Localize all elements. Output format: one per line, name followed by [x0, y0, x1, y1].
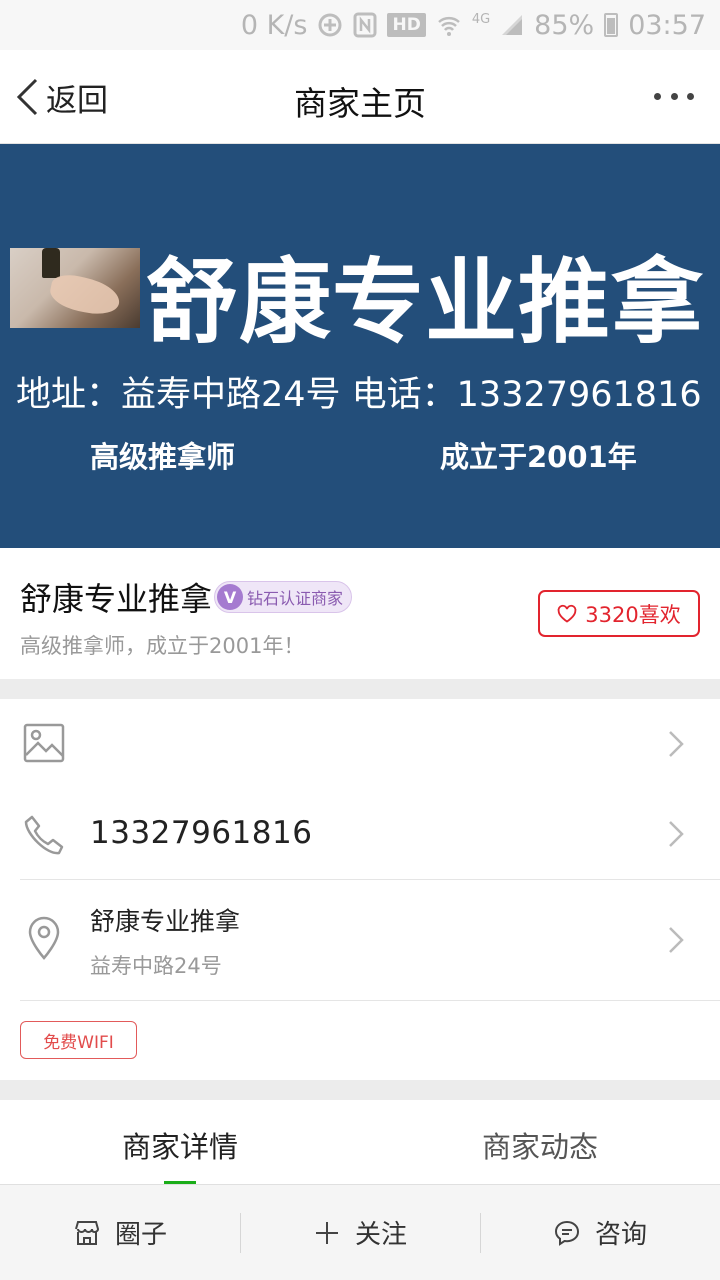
more-options-icon[interactable] [654, 86, 694, 106]
nav-bar: 返回 商家主页 [0, 50, 720, 144]
photos-row[interactable] [0, 699, 720, 789]
data-saver-icon [317, 12, 343, 38]
merchant-card: 舒康专业推拿 V 钻石认证商家 高级推拿师，成立于2001年！ 3320喜欢 [0, 548, 720, 679]
page-title: 商家主页 [294, 84, 426, 123]
consult-button[interactable]: 咨询 [480, 1185, 720, 1280]
clock: 03:57 [628, 9, 706, 41]
bottom-action-bar: 圈子 关注 咨询 [0, 1184, 720, 1280]
like-button[interactable]: 3320喜欢 [538, 590, 700, 637]
tab-merchant-details[interactable]: 商家详情 [0, 1100, 360, 1184]
network-type: 4G [471, 11, 491, 27]
battery-icon [604, 13, 619, 37]
follow-button[interactable]: 关注 [240, 1185, 480, 1280]
location-pin-icon [28, 916, 60, 960]
address-detail: 益寿中路24号 [90, 954, 222, 978]
banner-tag-therapist: 高级推拿师 [90, 440, 236, 474]
signal-icon [500, 13, 524, 37]
massage-photo [10, 248, 140, 328]
like-count: 3320喜欢 [585, 602, 681, 627]
merchant-name: 舒康专业推拿 [20, 580, 213, 618]
chevron-right-icon [669, 821, 684, 847]
merchant-banner: 舒康专业推拿 地址：益寿中路24号 电话：13327961816 高级推拿师 成… [0, 144, 720, 548]
net-speed: 0 K/s [240, 9, 308, 41]
heart-icon [557, 604, 577, 623]
hd-indicator: HD [387, 13, 426, 37]
address-row[interactable]: 舒康专业推拿 益寿中路24号 [0, 880, 720, 1000]
phone-row[interactable]: 13327961816 [0, 789, 720, 879]
phone-icon [24, 815, 64, 855]
address-merchant-name: 舒康专业推拿 [90, 907, 241, 936]
store-icon [75, 1220, 99, 1245]
vip-v-icon: V [217, 584, 244, 610]
circle-label: 圈子 [114, 1220, 167, 1250]
wifi-icon [436, 13, 462, 37]
tab-bar: 商家详情 商家动态 [0, 1100, 720, 1184]
banner-tag-founded: 成立于2001年 [440, 440, 637, 474]
nfc-icon [353, 12, 377, 38]
banner-title: 舒康专业推拿 [146, 249, 705, 356]
plus-icon [315, 1221, 338, 1244]
follow-label: 关注 [354, 1220, 407, 1250]
chevron-right-icon [669, 927, 684, 953]
circle-button[interactable]: 圈子 [0, 1185, 240, 1280]
status-bar: 0 K/s HD 4G 85% 03:57 [0, 0, 720, 50]
image-icon [23, 723, 65, 763]
phone-number[interactable]: 13327961816 [90, 815, 312, 851]
badge-label: 钻石认证商家 [247, 589, 344, 608]
merchant-subtitle: 高级推拿师，成立于2001年！ [20, 634, 305, 658]
tab-merchant-updates[interactable]: 商家动态 [360, 1100, 720, 1184]
free-wifi-tag: 免费WIFI [20, 1021, 137, 1059]
battery-percent: 85% [534, 9, 595, 41]
consult-label: 咨询 [594, 1220, 647, 1250]
divider [20, 1000, 720, 1001]
chevron-right-icon [669, 731, 684, 757]
merchant-name-row: 舒康专业推拿 V 钻石认证商家 [20, 574, 353, 620]
banner-contact-info: 地址：益寿中路24号 电话：13327961816 [16, 375, 702, 415]
merchant-info-section: 13327961816 舒康专业推拿 益寿中路24号 免费WIFI [0, 699, 720, 1080]
diamond-certified-badge: V 钻石认证商家 [214, 581, 353, 613]
chat-bubble-icon [554, 1220, 579, 1246]
